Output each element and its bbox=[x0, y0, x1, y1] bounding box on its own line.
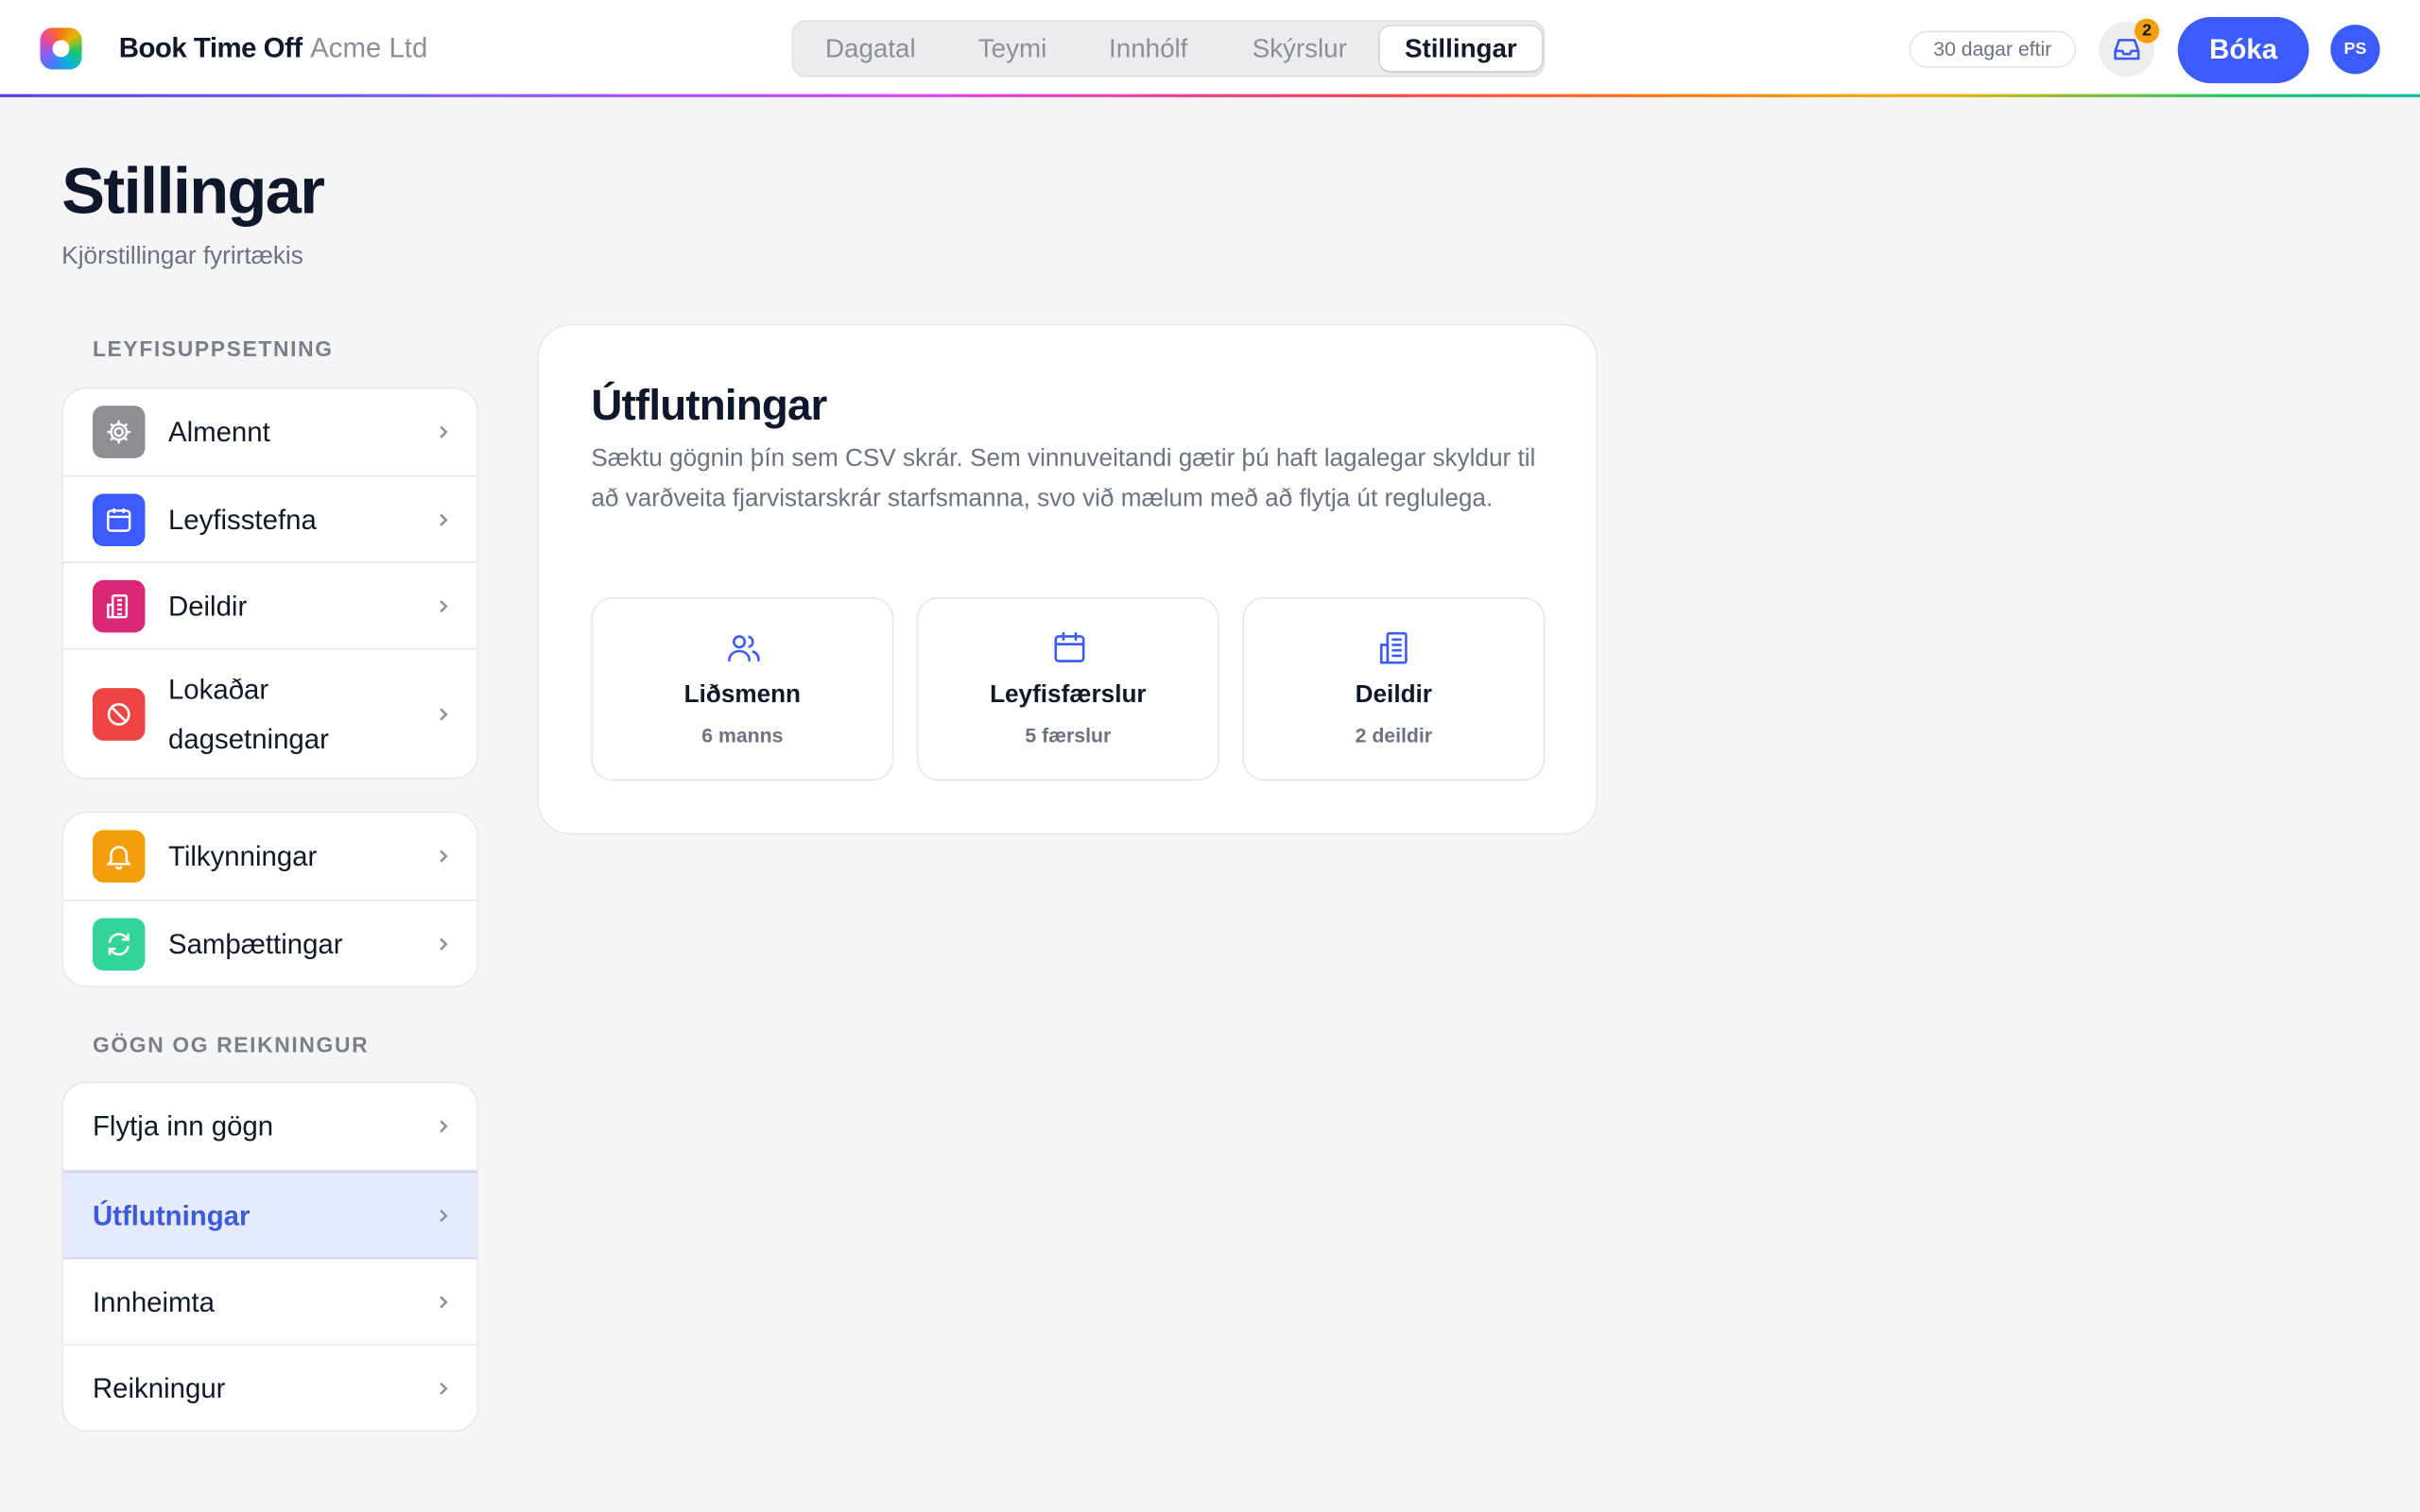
sidebar-item-tilkynningar[interactable]: Tilkynningar bbox=[62, 813, 477, 902]
exports-title: Útflutningar bbox=[591, 381, 827, 429]
sidebar-item-label: Flytja inn gögn bbox=[92, 1110, 274, 1143]
sidebar-item-reikningur[interactable]: Reikningur bbox=[63, 1346, 477, 1431]
sidebar-item-leyfisstefna[interactable]: Leyfisstefna bbox=[62, 477, 477, 563]
tab-innholf[interactable]: Innhólf bbox=[1086, 26, 1210, 71]
building-icon bbox=[92, 579, 146, 633]
export-departments-button[interactable]: Deildir 2 deildir bbox=[1242, 596, 1546, 782]
inbox-icon bbox=[2114, 39, 2140, 60]
tile-count: 2 deildir bbox=[1355, 723, 1433, 747]
sidebar-item-label: Almennt bbox=[167, 416, 270, 448]
export-team-members-button[interactable]: Liðsmenn 6 manns bbox=[591, 596, 894, 782]
chevron-right-icon bbox=[440, 425, 448, 438]
export-leave-entries-button[interactable]: Leyfisfærslur 5 færslur bbox=[916, 596, 1219, 782]
app-name: Book Time Off bbox=[118, 32, 302, 63]
sidebar-item-label: Innheimta bbox=[92, 1286, 216, 1318]
book-button[interactable]: Bóka bbox=[2177, 16, 2309, 84]
sidebar-item-label: Leyfisstefna bbox=[167, 504, 317, 536]
sidebar-item-label: Reikningur bbox=[92, 1373, 226, 1404]
header-accent-bar bbox=[0, 94, 2420, 97]
sidebar-item-label: Lokaðar dagsetningar bbox=[167, 674, 329, 755]
sidebar-item-label: Tilkynningar bbox=[167, 840, 318, 872]
chevron-right-icon bbox=[440, 850, 448, 863]
users-icon bbox=[728, 635, 760, 662]
sidebar-item-lokadar-dagsetningar[interactable]: Lokaðar dagsetningar bbox=[63, 649, 477, 778]
sidebar-item-label: Samþættingar bbox=[167, 928, 343, 960]
top-bar: Book Time Off Acme Ltd Dagatal Teymi Inn… bbox=[0, 0, 2420, 96]
sidebar-item-label: Útflutningar bbox=[92, 1200, 251, 1231]
org-name: Acme Ltd bbox=[310, 32, 428, 63]
bell-icon bbox=[92, 830, 146, 883]
chevron-right-icon bbox=[440, 1120, 448, 1133]
sidebar-item-deildir[interactable]: Deildir bbox=[62, 563, 477, 650]
chevron-right-icon bbox=[440, 1209, 448, 1223]
chevron-right-icon bbox=[440, 708, 448, 721]
sidebar-item-flytja-inn-gogn[interactable]: Flytja inn gögn bbox=[62, 1083, 477, 1172]
sidebar-item-label: Deildir bbox=[167, 591, 248, 622]
gear-icon bbox=[92, 405, 146, 458]
sidebar-item-sambaettingar[interactable]: Samþættingar bbox=[63, 901, 477, 986]
sidebar-item-utflutningar[interactable]: Útflutningar bbox=[62, 1171, 477, 1260]
exports-card: Útflutningar Sæktu gögnin þín sem CSV sk… bbox=[537, 323, 1598, 835]
tab-skyrslur[interactable]: Skýrslur bbox=[1222, 26, 1376, 71]
tile-count: 5 færslur bbox=[1025, 723, 1112, 747]
sidebar-item-almennt[interactable]: Almennt bbox=[62, 388, 477, 477]
tile-title: Leyfisfærslur bbox=[990, 681, 1147, 709]
tab-stillingar[interactable]: Stillingar bbox=[1379, 26, 1543, 72]
calendar-icon bbox=[92, 493, 146, 546]
trial-days-badge: 30 dagar eftir bbox=[1909, 30, 2076, 68]
tile-title: Liðsmenn bbox=[683, 681, 802, 709]
chevron-right-icon bbox=[440, 1382, 448, 1396]
chevron-right-icon bbox=[440, 937, 448, 951]
tile-title: Deildir bbox=[1355, 681, 1432, 709]
chevron-right-icon bbox=[440, 1296, 448, 1309]
block-icon bbox=[92, 688, 146, 741]
sidebar-section-gogn-og-reikningur: GÖGN OG REIKNINGUR bbox=[92, 1032, 370, 1057]
chevron-right-icon bbox=[440, 600, 448, 613]
sidebar-section-leyfisuppsetning: LEYFISUPPSETNING bbox=[92, 335, 334, 362]
sidebar-item-innheimta[interactable]: Innheimta bbox=[62, 1259, 477, 1346]
sync-icon bbox=[92, 918, 146, 971]
page-subtitle: Kjörstillingar fyrirtækis bbox=[61, 243, 303, 270]
sidebar-group-leave-setup: Almennt Leyfisstefna Deildir Lokaðar dag… bbox=[61, 387, 479, 780]
inbox-count-badge: 2 bbox=[2135, 18, 2160, 43]
tab-dagatal[interactable]: Dagatal bbox=[803, 26, 939, 71]
main-nav: Dagatal Teymi Innhólf Skýrslur Stillinga… bbox=[791, 20, 1546, 77]
exports-description: Sæktu gögnin þín sem CSV skrár. Sem vinn… bbox=[591, 445, 1536, 513]
sidebar-group-notifications: Tilkynningar Samþættingar bbox=[61, 811, 479, 988]
app-logo[interactable] bbox=[40, 27, 82, 70]
building-icon bbox=[1379, 631, 1408, 664]
tile-count: 6 manns bbox=[701, 723, 784, 747]
calendar-icon bbox=[1054, 631, 1085, 662]
chevron-right-icon bbox=[440, 513, 448, 526]
page-title: Stillingar bbox=[61, 154, 325, 228]
sidebar-group-data-account: Flytja inn gögn Útflutningar Innheimta R… bbox=[61, 1081, 479, 1433]
avatar[interactable]: PS bbox=[2330, 25, 2380, 75]
tab-teymi[interactable]: Teymi bbox=[947, 26, 1077, 71]
